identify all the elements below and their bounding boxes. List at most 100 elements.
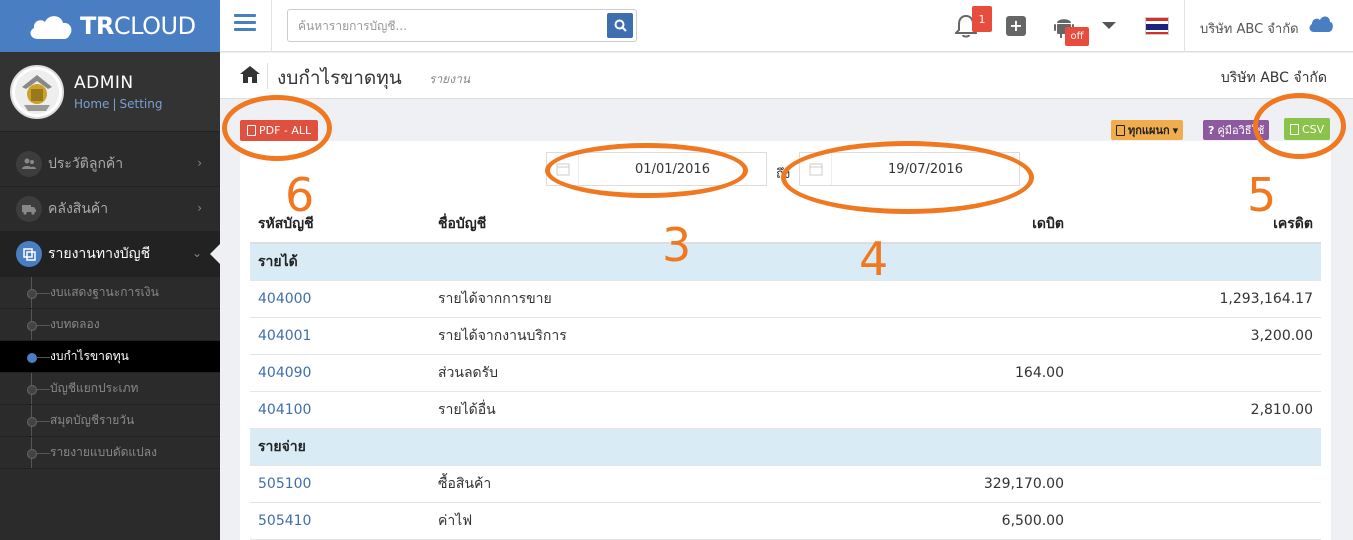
credit-value (1072, 502, 1321, 540)
report-icon (16, 241, 42, 267)
subnav-item-ledger[interactable]: บัญชีแยกประเภท (0, 373, 220, 405)
col-header-credit[interactable]: เครดิต (1072, 206, 1321, 244)
search-box (287, 9, 637, 42)
search-button[interactable] (607, 13, 633, 38)
account-code-link[interactable]: 404001 (250, 317, 430, 355)
csv-file-icon (1290, 123, 1299, 135)
credit-value: 3,200.00 (1072, 317, 1321, 355)
group-title: รายได้ (250, 243, 1321, 281)
sidebar: TRCLOUD ADMIN Home | Setting ประวัติลูกค้า… (0, 0, 220, 540)
cloud-icon (1309, 16, 1333, 32)
brand-logo[interactable]: TRCLOUD (0, 0, 220, 52)
pdf-file-icon (247, 125, 256, 136)
company-label: บริษัท ABC จำกัด (1220, 70, 1327, 86)
debit-value: 329,170.00 (790, 465, 1072, 503)
table-row: 404090 ส่วนลดรับ 164.00 (250, 354, 1321, 392)
profit-loss-table: รหัสบัญชี ชื่อบัญชี เดบิต เครดิต รายได้ … (250, 206, 1321, 540)
date-from-field (546, 152, 767, 186)
annotation-number-6: 6 (285, 168, 315, 222)
table-row: 404000 รายได้จากการขาย 1,293,164.17 (250, 280, 1321, 318)
subnav-item-financial-position[interactable]: งบแสดงฐานะการเงิน (0, 277, 220, 309)
caret-down-icon[interactable] (1102, 22, 1116, 29)
group-title: รายจ่าย (250, 428, 1321, 466)
page-header: งบกำไรขาดทุน รายงาน บริษัท ABC จำกัด (220, 53, 1353, 99)
group-row-revenue: รายได้ (250, 243, 1321, 281)
menu-toggle-icon[interactable] (234, 14, 256, 32)
chevron-right-icon: › (197, 156, 202, 170)
account-code-link[interactable]: 404100 (250, 391, 430, 429)
company-name[interactable]: บริษัท ABC จำกัด (1200, 18, 1299, 39)
sidebar-item-label: คลังสินค้า (48, 201, 109, 217)
account-name: รายได้จากการขาย (430, 280, 790, 318)
notification-badge: 1 (972, 6, 992, 32)
home-icon[interactable] (240, 66, 260, 83)
sidebar-item-customers[interactable]: ประวัติลูกค้า › (0, 142, 220, 187)
chevron-right-icon: › (197, 201, 202, 215)
subnav-item-custom-report[interactable]: รายงายแบบดัดแปลง (0, 437, 220, 469)
subnav-item-profit-loss[interactable]: งบกำไรขาดทุน (0, 341, 220, 373)
calendar-icon[interactable] (547, 153, 579, 185)
table-row: 404001 รายได้จากงานบริการ 3,200.00 (250, 317, 1321, 355)
table-row: 505100 ซื้อสินค้า 329,170.00 (250, 465, 1321, 503)
csv-button[interactable]: CSV (1284, 118, 1331, 140)
sidebar-subnav: งบแสดงฐานะการเงิน งบทดลอง งบกำไรขาดทุน บ… (0, 277, 220, 469)
user-panel: ADMIN Home | Setting (0, 52, 220, 132)
subnav-item-trial-balance[interactable]: งบทดลอง (0, 309, 220, 341)
brand-name: TRCLOUD (80, 12, 196, 40)
date-range-to-label: ถึง (776, 167, 791, 182)
thai-flag-icon[interactable] (1145, 17, 1169, 35)
date-to-input[interactable] (832, 161, 1019, 177)
chevron-down-icon: ⌄ (191, 246, 202, 260)
col-header-name[interactable]: ชื่อบัญชี (430, 206, 790, 244)
account-name: ซื้อสินค้า (430, 465, 790, 503)
android-status-badge: off (1065, 27, 1089, 46)
building-icon (1116, 124, 1125, 136)
account-code-link[interactable]: 404000 (250, 280, 430, 318)
annotation-number-4: 4 (859, 232, 889, 286)
cloud-logo-icon (30, 16, 72, 39)
manual-label: คู่มือวิธีใช้ (1217, 124, 1265, 137)
department-label: ทุกแผนก (1128, 124, 1170, 137)
account-name: ส่วนลดรับ (430, 354, 790, 392)
credit-value (1072, 354, 1321, 392)
account-code-link[interactable]: 404090 (250, 354, 430, 392)
account-code-link[interactable]: 505410 (250, 502, 430, 540)
question-icon: ? (1208, 123, 1215, 137)
debit-value (790, 317, 1072, 355)
table-row: 404100 รายได้อื่น 2,810.00 (250, 391, 1321, 429)
account-name: รายได้จากงานบริการ (430, 317, 790, 355)
col-header-code[interactable]: รหัสบัญชี (250, 206, 430, 244)
subnav-item-journal[interactable]: สมุดบัญชีรายวัน (0, 405, 220, 437)
setting-link[interactable]: Setting (119, 97, 162, 111)
pdf-all-label: PDF - ALL (259, 124, 312, 137)
account-code-link[interactable]: 505100 (250, 465, 430, 503)
avatar[interactable] (10, 64, 64, 119)
add-button[interactable]: + (1006, 16, 1026, 36)
header-divider (267, 63, 268, 89)
date-from-input[interactable] (579, 161, 766, 177)
department-dropdown[interactable]: ทุกแผนก ▾ (1111, 120, 1184, 140)
col-header-debit[interactable]: เดบิต (790, 206, 1072, 244)
avatar-emblem-icon (15, 69, 59, 114)
search-icon (614, 19, 627, 32)
topbar-divider (1184, 0, 1185, 52)
sidebar-item-accounting-reports[interactable]: รายงานทางบัญชี ⌄ (0, 232, 220, 277)
plus-icon: + (1009, 16, 1023, 35)
user-name: ADMIN (74, 72, 134, 93)
home-link[interactable]: Home (74, 97, 109, 111)
users-icon (16, 151, 42, 177)
pdf-all-button[interactable]: PDF - ALL (240, 120, 319, 141)
group-row-expenses: รายจ่าย (250, 428, 1321, 466)
search-input[interactable] (288, 10, 598, 41)
csv-label: CSV (1302, 122, 1325, 136)
table-row: 505410 ค่าไฟ 6,500.00 (250, 502, 1321, 540)
manual-button[interactable]: ? คู่มือวิธีใช้ (1203, 120, 1270, 140)
sidebar-item-label: รายงานทางบัญชี (48, 246, 151, 262)
calendar-icon[interactable] (800, 153, 832, 185)
link-separator: | (112, 96, 117, 111)
page-subtitle: รายงาน (429, 72, 471, 86)
sidebar-item-inventory[interactable]: คลังสินค้า › (0, 187, 220, 232)
debit-value (790, 280, 1072, 318)
annotation-number-3: 3 (662, 218, 692, 272)
